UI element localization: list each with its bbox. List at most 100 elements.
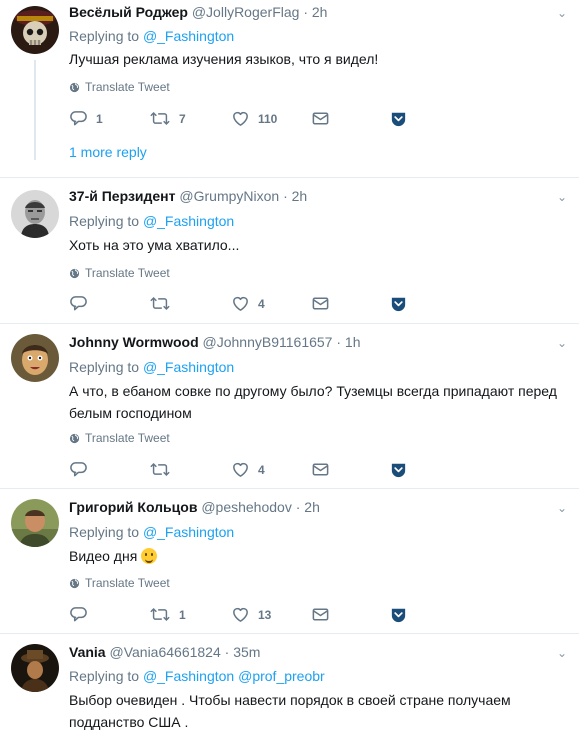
retweet-count: 1 bbox=[179, 607, 186, 622]
user-name[interactable]: Vania bbox=[69, 644, 106, 660]
tweet-text: Выбор очевиден . Чтобы навести порядок в… bbox=[69, 692, 511, 730]
user-handle[interactable]: @peshehodov bbox=[201, 499, 292, 515]
reply-count: 1 bbox=[96, 111, 103, 126]
dm-button[interactable] bbox=[311, 460, 330, 479]
dm-button[interactable] bbox=[311, 605, 330, 624]
reply-button[interactable] bbox=[69, 294, 96, 313]
user-name[interactable]: 37-й Перзидент bbox=[69, 188, 176, 204]
avatar[interactable] bbox=[11, 6, 59, 54]
retweet-button[interactable]: 1 bbox=[149, 605, 186, 624]
globe-icon bbox=[69, 82, 80, 93]
share-icon bbox=[389, 294, 408, 313]
dm-icon bbox=[311, 109, 330, 128]
user-handle[interactable]: @GrumpyNixon bbox=[179, 188, 279, 204]
share-icon bbox=[389, 109, 408, 128]
translate-tweet[interactable]: Translate Tweet bbox=[69, 80, 170, 94]
reply-button[interactable] bbox=[69, 460, 96, 479]
like-button[interactable]: 110 bbox=[231, 109, 277, 128]
share-button[interactable] bbox=[389, 109, 408, 128]
globe-icon bbox=[69, 578, 80, 589]
tweet-time[interactable]: 2h bbox=[292, 188, 308, 204]
avatar[interactable] bbox=[11, 644, 59, 692]
translate-tweet[interactable]: Translate Tweet bbox=[69, 431, 170, 445]
tweet-time[interactable]: 2h bbox=[304, 499, 320, 515]
reply-tweet[interactable]: 37-й Перзидент @GrumpyNixon · 2h ⌄ Reply… bbox=[0, 178, 579, 324]
user-name[interactable]: Григорий Кольцов bbox=[69, 499, 197, 515]
tweet-actions: 4 bbox=[69, 460, 419, 480]
replying-to: Replying to @_Fashington bbox=[69, 524, 235, 540]
thread-line bbox=[34, 60, 36, 160]
mention-link[interactable]: @_Fashington bbox=[143, 359, 234, 375]
retweet-button[interactable] bbox=[149, 460, 179, 479]
dm-icon bbox=[311, 460, 330, 479]
chevron-down-icon[interactable]: ⌄ bbox=[557, 501, 567, 515]
chevron-down-icon[interactable]: ⌄ bbox=[557, 6, 567, 20]
globe-icon bbox=[69, 433, 80, 444]
smile-emoji-icon bbox=[141, 548, 158, 564]
tweet-text: Видео дня bbox=[69, 545, 559, 567]
retweet-icon bbox=[149, 460, 171, 479]
like-count: 13 bbox=[258, 607, 272, 622]
like-count: 110 bbox=[258, 111, 278, 126]
share-button[interactable] bbox=[389, 460, 408, 479]
retweet-button[interactable] bbox=[149, 294, 179, 313]
like-icon bbox=[231, 460, 250, 479]
replying-to: Replying to @_Fashington bbox=[69, 213, 235, 229]
reply-button[interactable] bbox=[69, 605, 96, 624]
reply-tweet[interactable]: Vania @Vania64661824 · 35m ⌄ Replying to… bbox=[0, 634, 579, 733]
tweet-header: Johnny Wormwood @JohnnyB91161657 · 1h bbox=[69, 334, 361, 350]
tweet-time[interactable]: 1h bbox=[345, 334, 361, 350]
tweet-time[interactable]: 2h bbox=[312, 4, 328, 20]
chevron-down-icon[interactable]: ⌄ bbox=[557, 336, 567, 350]
retweet-icon bbox=[149, 605, 171, 624]
tweet-actions: 1 13 bbox=[69, 605, 419, 625]
tweet-time[interactable]: 35m bbox=[233, 644, 260, 660]
translate-tweet[interactable]: Translate Tweet bbox=[69, 266, 170, 280]
replying-to: Replying to @_Fashington @prof_preobr bbox=[69, 668, 325, 684]
tweet-header: Григорий Кольцов @peshehodov · 2h bbox=[69, 499, 320, 515]
share-button[interactable] bbox=[389, 605, 408, 624]
translate-label: Translate Tweet bbox=[85, 80, 170, 94]
like-button[interactable]: 13 bbox=[231, 605, 271, 624]
dm-button[interactable] bbox=[311, 294, 330, 313]
user-handle[interactable]: @JohnnyB91161657 bbox=[203, 334, 333, 350]
mention-link[interactable]: @_Fashington bbox=[143, 524, 234, 540]
avatar[interactable] bbox=[11, 190, 59, 238]
avatar[interactable] bbox=[11, 499, 59, 547]
user-handle[interactable]: @JollyRogerFlag bbox=[192, 4, 300, 20]
retweet-icon bbox=[149, 294, 171, 313]
tweet-actions: 1 7 110 bbox=[69, 109, 419, 129]
chevron-down-icon[interactable]: ⌄ bbox=[557, 190, 567, 204]
dm-icon bbox=[311, 605, 330, 624]
mention-link[interactable]: @_Fashington bbox=[143, 668, 234, 684]
like-button[interactable]: 4 bbox=[231, 294, 265, 313]
tweet-text: А что, в ебаном совке по другому было? Т… bbox=[69, 383, 557, 421]
mention-link[interactable]: @_Fashington bbox=[143, 28, 234, 44]
user-name[interactable]: Весёлый Роджер bbox=[69, 4, 188, 20]
reply-tweet[interactable]: Весёлый Роджер @JollyRogerFlag · 2h ⌄ Re… bbox=[0, 0, 579, 178]
replying-to: Replying to @_Fashington bbox=[69, 359, 235, 375]
avatar[interactable] bbox=[11, 334, 59, 382]
like-button[interactable]: 4 bbox=[231, 460, 265, 479]
more-replies-link[interactable]: 1 more reply bbox=[69, 144, 147, 160]
chevron-down-icon[interactable]: ⌄ bbox=[557, 646, 567, 660]
like-icon bbox=[231, 294, 250, 313]
retweet-button[interactable]: 7 bbox=[149, 109, 186, 128]
reply-tweet[interactable]: Григорий Кольцов @peshehodov · 2h ⌄ Repl… bbox=[0, 489, 579, 634]
tweet-header: Весёлый Роджер @JollyRogerFlag · 2h bbox=[69, 4, 328, 20]
user-handle[interactable]: @Vania64661824 bbox=[109, 644, 220, 660]
user-name[interactable]: Johnny Wormwood bbox=[69, 334, 199, 350]
reply-tweet[interactable]: Johnny Wormwood @JohnnyB91161657 · 1h ⌄ … bbox=[0, 324, 579, 489]
translate-label: Translate Tweet bbox=[85, 266, 170, 280]
mention-link[interactable]: @_Fashington bbox=[143, 213, 234, 229]
reply-icon bbox=[69, 605, 88, 624]
share-button[interactable] bbox=[389, 294, 408, 313]
translate-tweet[interactable]: Translate Tweet bbox=[69, 576, 170, 590]
reply-button[interactable]: 1 bbox=[69, 109, 103, 128]
dm-button[interactable] bbox=[311, 109, 330, 128]
translate-label: Translate Tweet bbox=[85, 576, 170, 590]
tweet-text: Хоть на это ума хватило... bbox=[69, 237, 240, 253]
mention-link[interactable]: @prof_preobr bbox=[238, 668, 325, 684]
share-icon bbox=[389, 605, 408, 624]
tweet-text: Лучшая реклама изучения языков, что я ви… bbox=[69, 51, 379, 67]
